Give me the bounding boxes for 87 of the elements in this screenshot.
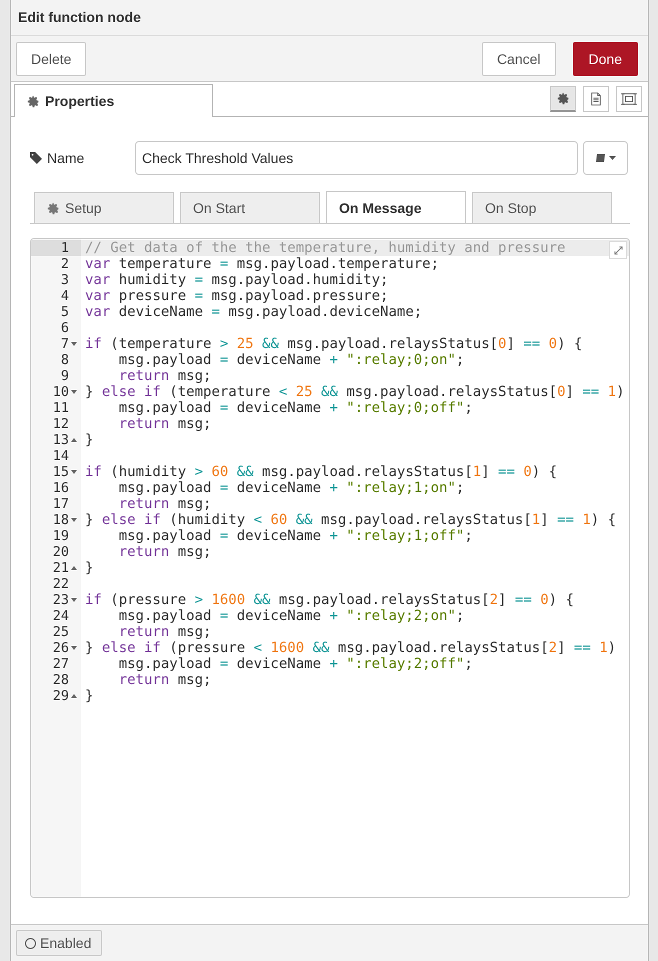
line-number: 5: [60, 304, 69, 320]
line-number: 19: [52, 528, 69, 544]
cancel-button[interactable]: Cancel: [482, 42, 556, 76]
line-number: 17: [52, 496, 69, 512]
code-editor[interactable]: [30, 238, 630, 898]
line-number: 15: [52, 464, 69, 480]
code-line: msg.payload = deviceName + ":relay;0;on";: [118, 352, 464, 368]
line-number: 11: [52, 400, 69, 416]
code-line: } else if (temperature < 25 && msg.payload.relaysStatus[0] == 1): [85, 384, 625, 400]
name-label: Name: [47, 150, 86, 166]
code-tab[interactable]: On Message: [326, 191, 466, 224]
delete-button[interactable]: Delete: [16, 42, 86, 76]
library-dropdown-button[interactable]: [583, 141, 628, 176]
fold-arrow-icon[interactable]: [71, 390, 77, 394]
line-number: 18: [52, 512, 69, 528]
line-number: 16: [52, 480, 69, 496]
line-number: 20: [52, 544, 69, 560]
code-line: msg.payload = deviceName + ":relay;1;off";: [118, 528, 473, 544]
line-number: 23: [52, 592, 69, 608]
line-number: 29: [52, 688, 69, 704]
fold-arrow-icon[interactable]: [71, 646, 77, 650]
line-number: 3: [60, 272, 69, 288]
line-number: 2: [60, 256, 69, 272]
window-title: Edit function node: [18, 9, 141, 26]
code-line: return msg;: [118, 416, 212, 432]
line-number: 28: [52, 672, 69, 688]
code-line: }: [85, 432, 94, 448]
gear-icon: [27, 94, 40, 108]
code-line: var humidity = msg.payload.humidity;: [85, 272, 388, 288]
code-line: var temperature = msg.payload.temperature;: [85, 256, 440, 272]
code-tab[interactable]: On Stop: [472, 192, 612, 224]
fold-arrow-icon[interactable]: [71, 598, 77, 602]
code-line: } else if (pressure < 1600 && msg.payload.relaysStatus[2] == 1): [85, 640, 616, 656]
gear-icon: [47, 202, 60, 215]
code-line: if (humidity > 60 && msg.payload.relaysStatus[1] == 0) {: [85, 464, 558, 480]
code-line: if (temperature > 25 && msg.payload.relaysStatus[0] == 0) {: [85, 336, 582, 352]
tag-icon: [30, 152, 42, 164]
done-button[interactable]: Done: [572, 42, 638, 76]
code-line: // Get data of the the temperature, humidity and pressure: [85, 240, 566, 256]
code-line: }: [85, 560, 94, 576]
line-number: 9: [60, 368, 69, 384]
code-line: } else if (humidity < 60 && msg.payload.relaysStatus[1] == 1) {: [85, 512, 616, 528]
caret-icon: [609, 156, 616, 160]
line-number: 8: [60, 352, 69, 368]
line-number: 22: [52, 576, 69, 592]
fold-arrow-icon[interactable]: [71, 518, 77, 522]
line-number: 21: [52, 560, 69, 576]
code-line: return msg;: [118, 496, 212, 512]
line-number: 27: [52, 656, 69, 672]
line-number: 26: [52, 640, 69, 656]
fold-arrow-icon[interactable]: [71, 694, 77, 698]
line-number: 14: [52, 448, 69, 464]
fold-arrow-icon[interactable]: [71, 566, 77, 570]
code-line: return msg;: [118, 544, 212, 560]
fold-arrow-icon[interactable]: [71, 470, 77, 474]
code-line: return msg;: [118, 624, 212, 640]
line-number: 25: [52, 624, 69, 640]
line-number: 1: [60, 240, 69, 256]
code-line: var deviceName = msg.payload.deviceName;: [85, 304, 422, 320]
code-line: return msg;: [118, 368, 212, 384]
line-number: 13: [52, 432, 69, 448]
frame-icon[interactable]: [616, 86, 642, 112]
line-number: 7: [60, 336, 69, 352]
code-line: return msg;: [118, 672, 212, 688]
code-line: }: [85, 688, 94, 704]
code-line: var pressure = msg.payload.pressure;: [85, 288, 388, 304]
name-input-field[interactable]: Check Threshold Values: [135, 141, 578, 176]
enabled-toggle-button[interactable]: Enabled: [16, 930, 102, 956]
code-tab[interactable]: On Start: [180, 192, 320, 224]
line-number: 6: [60, 320, 69, 336]
properties-tab[interactable]: Properties: [14, 84, 213, 118]
line-number: 24: [52, 608, 69, 624]
fold-arrow-icon[interactable]: [71, 438, 77, 442]
code-line: msg.payload = deviceName + ":relay;2;on";: [118, 608, 464, 624]
line-number: 12: [52, 416, 69, 432]
book-icon: [595, 153, 605, 164]
expand-icon[interactable]: [609, 241, 627, 260]
code-line: if (pressure > 1600 && msg.payload.relaysStatus[2] == 0) {: [85, 592, 574, 608]
document-icon[interactable]: [583, 86, 609, 112]
code-line: msg.payload = deviceName + ":relay;0;off";: [118, 400, 473, 416]
code-tab[interactable]: Setup: [34, 192, 174, 224]
settings-icon[interactable]: [550, 86, 576, 112]
line-number: 10: [52, 384, 69, 400]
code-line: msg.payload = deviceName + ":relay;2;off";: [118, 656, 473, 672]
line-number: 4: [60, 288, 69, 304]
code-line: msg.payload = deviceName + ":relay;1;on";: [118, 480, 464, 496]
fold-arrow-icon[interactable]: [71, 342, 77, 346]
